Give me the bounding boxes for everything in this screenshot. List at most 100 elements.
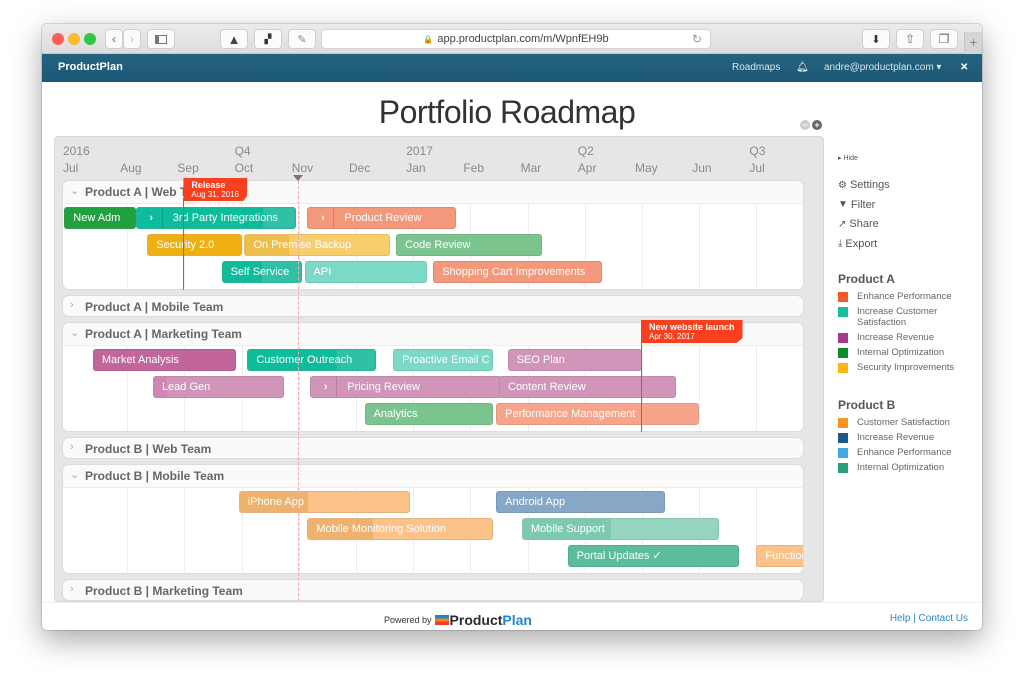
sidebar-action-label: Filter	[850, 198, 876, 211]
back-button[interactable]: ‹	[105, 29, 123, 49]
user-menu[interactable]: andre@productplan.com ▾	[824, 62, 941, 73]
roadmap-bar[interactable]: New Adm	[64, 207, 136, 229]
roadmap-bar[interactable]: Lead Gen	[152, 376, 285, 398]
sidebar-action-export[interactable]: ⤓ Export	[838, 238, 877, 250]
legend-item[interactable]: Enhance Performance	[838, 291, 978, 302]
bar-label: Shopping Cart Improvements	[442, 266, 586, 278]
legend-item[interactable]: Increase Customer Satisfaction	[838, 306, 978, 328]
timeline-period-label: Q3	[749, 144, 766, 158]
zoom-in-button[interactable]: +	[812, 120, 822, 130]
sidebar-toggle-button[interactable]	[147, 29, 175, 49]
forward-button[interactable]: ›	[123, 29, 141, 49]
sidebar-action-filter[interactable]: ▼ Filter	[838, 199, 875, 211]
roadmap-bar[interactable]: Customer Outreach	[247, 349, 376, 371]
fullscreen-icon[interactable]: ✕	[960, 62, 968, 73]
share-button[interactable]: ⇧	[896, 29, 924, 49]
nav-roadmaps-link[interactable]: Roadmaps	[732, 62, 780, 73]
help-contact-links[interactable]: Help | Contact Us	[890, 613, 968, 624]
roadmap-bar[interactable]: › 3rd Party Integrations	[135, 207, 296, 229]
zoom-out-button[interactable]: −	[800, 120, 810, 130]
roadmap-bar[interactable]: › Pricing Review	[310, 376, 502, 398]
extension-button-2[interactable]: ✎	[288, 29, 316, 49]
page: Portfolio Roadmap − + 2016 Q4 2017 Q2 Q3 Jul A…	[42, 82, 982, 630]
bar-label: Product Review	[344, 212, 422, 224]
roadmap-bar[interactable]: Functions	[756, 545, 803, 567]
warning-extension-button[interactable]: ▲	[220, 29, 248, 49]
legend-item[interactable]: Increase Revenue	[838, 332, 978, 343]
bar-label: SEO Plan	[516, 354, 565, 366]
milestone-date: Aug 31, 2016	[191, 190, 239, 199]
swimlane-title[interactable]: Product B | Mobile Team	[85, 469, 224, 483]
roadmap-bar[interactable]: Content Review	[499, 376, 677, 398]
chevron-down-icon[interactable]: ⌄	[70, 326, 79, 339]
brand-logo[interactable]: ProductPlan	[58, 61, 123, 73]
downloads-button[interactable]: ⬇	[862, 29, 890, 49]
roadmap-bar[interactable]: API	[304, 261, 428, 283]
new-tab-button[interactable]: +	[964, 32, 982, 54]
sidebar-action-settings[interactable]: ⚙ Settings	[838, 179, 890, 191]
timeline-month-label: Aug	[120, 161, 142, 175]
address-bar[interactable]: 🔒 app.productplan.com/m/WpnfEH9b ↻	[321, 29, 711, 49]
legend-item[interactable]: Customer Satisfaction	[838, 417, 978, 428]
milestone-flag[interactable]: Release Aug 31, 2016	[183, 178, 247, 201]
roadmap-bar[interactable]: Analytics	[364, 403, 494, 425]
expand-chevron-icon[interactable]: ›	[141, 208, 163, 228]
chevron-down-icon[interactable]: ⌄	[70, 184, 79, 197]
legend-item[interactable]: Internal Optimization	[838, 462, 978, 473]
roadmap-bar[interactable]: Android App	[496, 491, 665, 513]
swimlane: ⌄ Product A | Web Team New Adm › 3rd Party I…	[62, 180, 804, 290]
minimize-window-button[interactable]	[68, 33, 80, 45]
legend-label: Increase Revenue	[857, 432, 935, 443]
legend-item[interactable]: Security Improvements	[838, 362, 978, 373]
legend-label: Enhance Performance	[857, 447, 952, 458]
swimlane-title[interactable]: Product A | Marketing Team	[85, 327, 242, 341]
roadmap-bar[interactable]: Mobile Support	[521, 518, 720, 540]
bar-label: Code Review	[405, 239, 471, 251]
zoom-window-button[interactable]	[84, 33, 96, 45]
swimlane-title[interactable]: Product B | Marketing Team	[85, 584, 243, 598]
roadmap-bar[interactable]: Performance Management	[496, 403, 700, 425]
roadmap-bar[interactable]: › Product Review	[307, 207, 457, 229]
roadmap-bar[interactable]: Security 2.0	[147, 234, 242, 256]
sidebar-action-share[interactable]: ↗ Share	[838, 218, 879, 230]
swimlane: ⌄ Product B | Mobile Team iPhone App Androi…	[62, 464, 804, 574]
bar-label: Mobile Support	[530, 523, 605, 535]
bar-label: Mobile Monitoring Solution	[316, 523, 447, 535]
roadmap-bar[interactable]: Mobile Monitoring Solution	[307, 518, 494, 540]
hide-sidebar-toggle[interactable]: ▸ Hide	[838, 154, 858, 162]
timeline-month-label: Jan	[406, 161, 426, 175]
roadmap-bar[interactable]: Proactive Email C	[393, 349, 494, 371]
roadmap-bar[interactable]: Shopping Cart Improvements	[433, 261, 602, 283]
notifications-bell-icon[interactable]: 🔔︎	[796, 62, 809, 73]
legend-item[interactable]: Increase Revenue	[838, 432, 978, 443]
swimlane-title[interactable]: Product B | Web Team	[85, 442, 211, 456]
bar-label: Android App	[505, 496, 566, 508]
legend-item[interactable]: Enhance Performance	[838, 447, 978, 458]
sidebar-action-label: Settings	[849, 179, 890, 191]
bar-label: iPhone App	[247, 496, 305, 508]
expand-chevron-icon[interactable]: ›	[312, 208, 335, 228]
milestone-flag[interactable]: New website launch Apr 30, 2017	[641, 320, 743, 343]
roadmap-bar[interactable]: SEO Plan	[507, 349, 642, 371]
productplan-logo[interactable]: Product Plan	[434, 612, 532, 628]
roadmap-bar[interactable]: Self Service	[221, 261, 302, 283]
hide-label: Hide	[843, 155, 858, 162]
bar-label: New Adm	[73, 212, 121, 224]
roadmap-bar[interactable]: Portal Updates ✓	[567, 545, 740, 567]
roadmap-bar[interactable]: On Premise Backup	[244, 234, 391, 256]
chevron-right-icon[interactable]: ›	[70, 299, 74, 311]
tabs-overview-button[interactable]: ❐	[930, 29, 958, 49]
reload-icon[interactable]: ↻	[692, 32, 702, 46]
roadmap-bar[interactable]: iPhone App	[238, 491, 411, 513]
legend-item[interactable]: Internal Optimization	[838, 347, 978, 358]
extension-button[interactable]: ▞	[254, 29, 282, 49]
swimlane-title[interactable]: Product A | Mobile Team	[85, 300, 223, 314]
expand-chevron-icon[interactable]: ›	[315, 377, 338, 397]
roadmap-bar[interactable]: Code Review	[396, 234, 542, 256]
bar-label: Functions	[765, 550, 803, 562]
close-window-button[interactable]	[52, 33, 64, 45]
chevron-right-icon[interactable]: ›	[70, 441, 74, 453]
chevron-right-icon[interactable]: ›	[70, 583, 74, 595]
chevron-down-icon[interactable]: ⌄	[70, 468, 79, 481]
roadmap-bar[interactable]: Market Analysis	[92, 349, 236, 371]
